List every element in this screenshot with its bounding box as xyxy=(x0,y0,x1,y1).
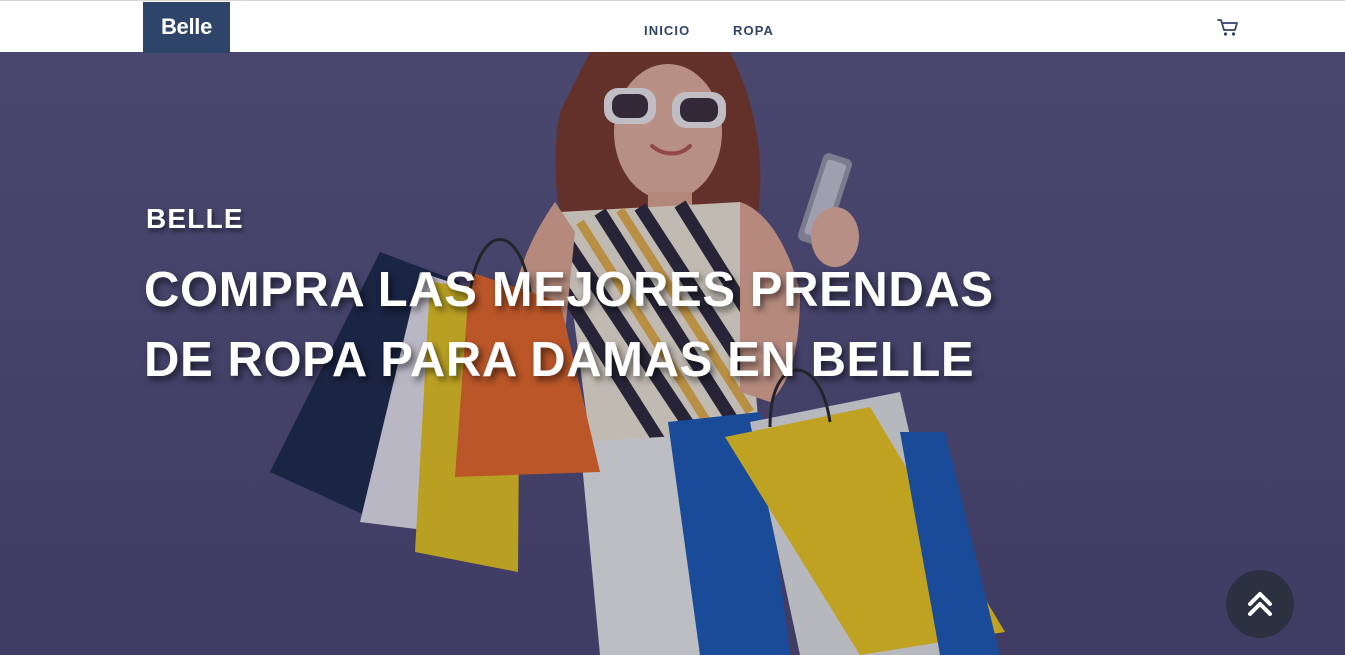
double-chevron-up-icon xyxy=(1248,592,1272,616)
hero-eyebrow: BELLE xyxy=(146,203,244,234)
nav-link-ropa[interactable]: ROPA xyxy=(733,23,774,38)
hero-title-line-1: COMPRA LAS MEJORES PRENDAS xyxy=(144,263,994,317)
shopping-cart-icon[interactable] xyxy=(1216,16,1240,38)
hero-banner: BELLE COMPRA LAS MEJORES PRENDAS DE ROPA… xyxy=(0,52,1345,655)
hero-title-line-2: DE ROPA PARA DAMAS EN BELLE xyxy=(144,333,975,387)
navbar: Belle INICIO ROPA xyxy=(0,0,1345,53)
nav-link-inicio[interactable]: INICIO xyxy=(644,23,690,38)
brand-logo[interactable]: Belle xyxy=(143,2,230,53)
hero-title: COMPRA LAS MEJORES PRENDAS DE ROPA PARA … xyxy=(144,255,1044,395)
scroll-to-top-button[interactable] xyxy=(1226,570,1294,638)
